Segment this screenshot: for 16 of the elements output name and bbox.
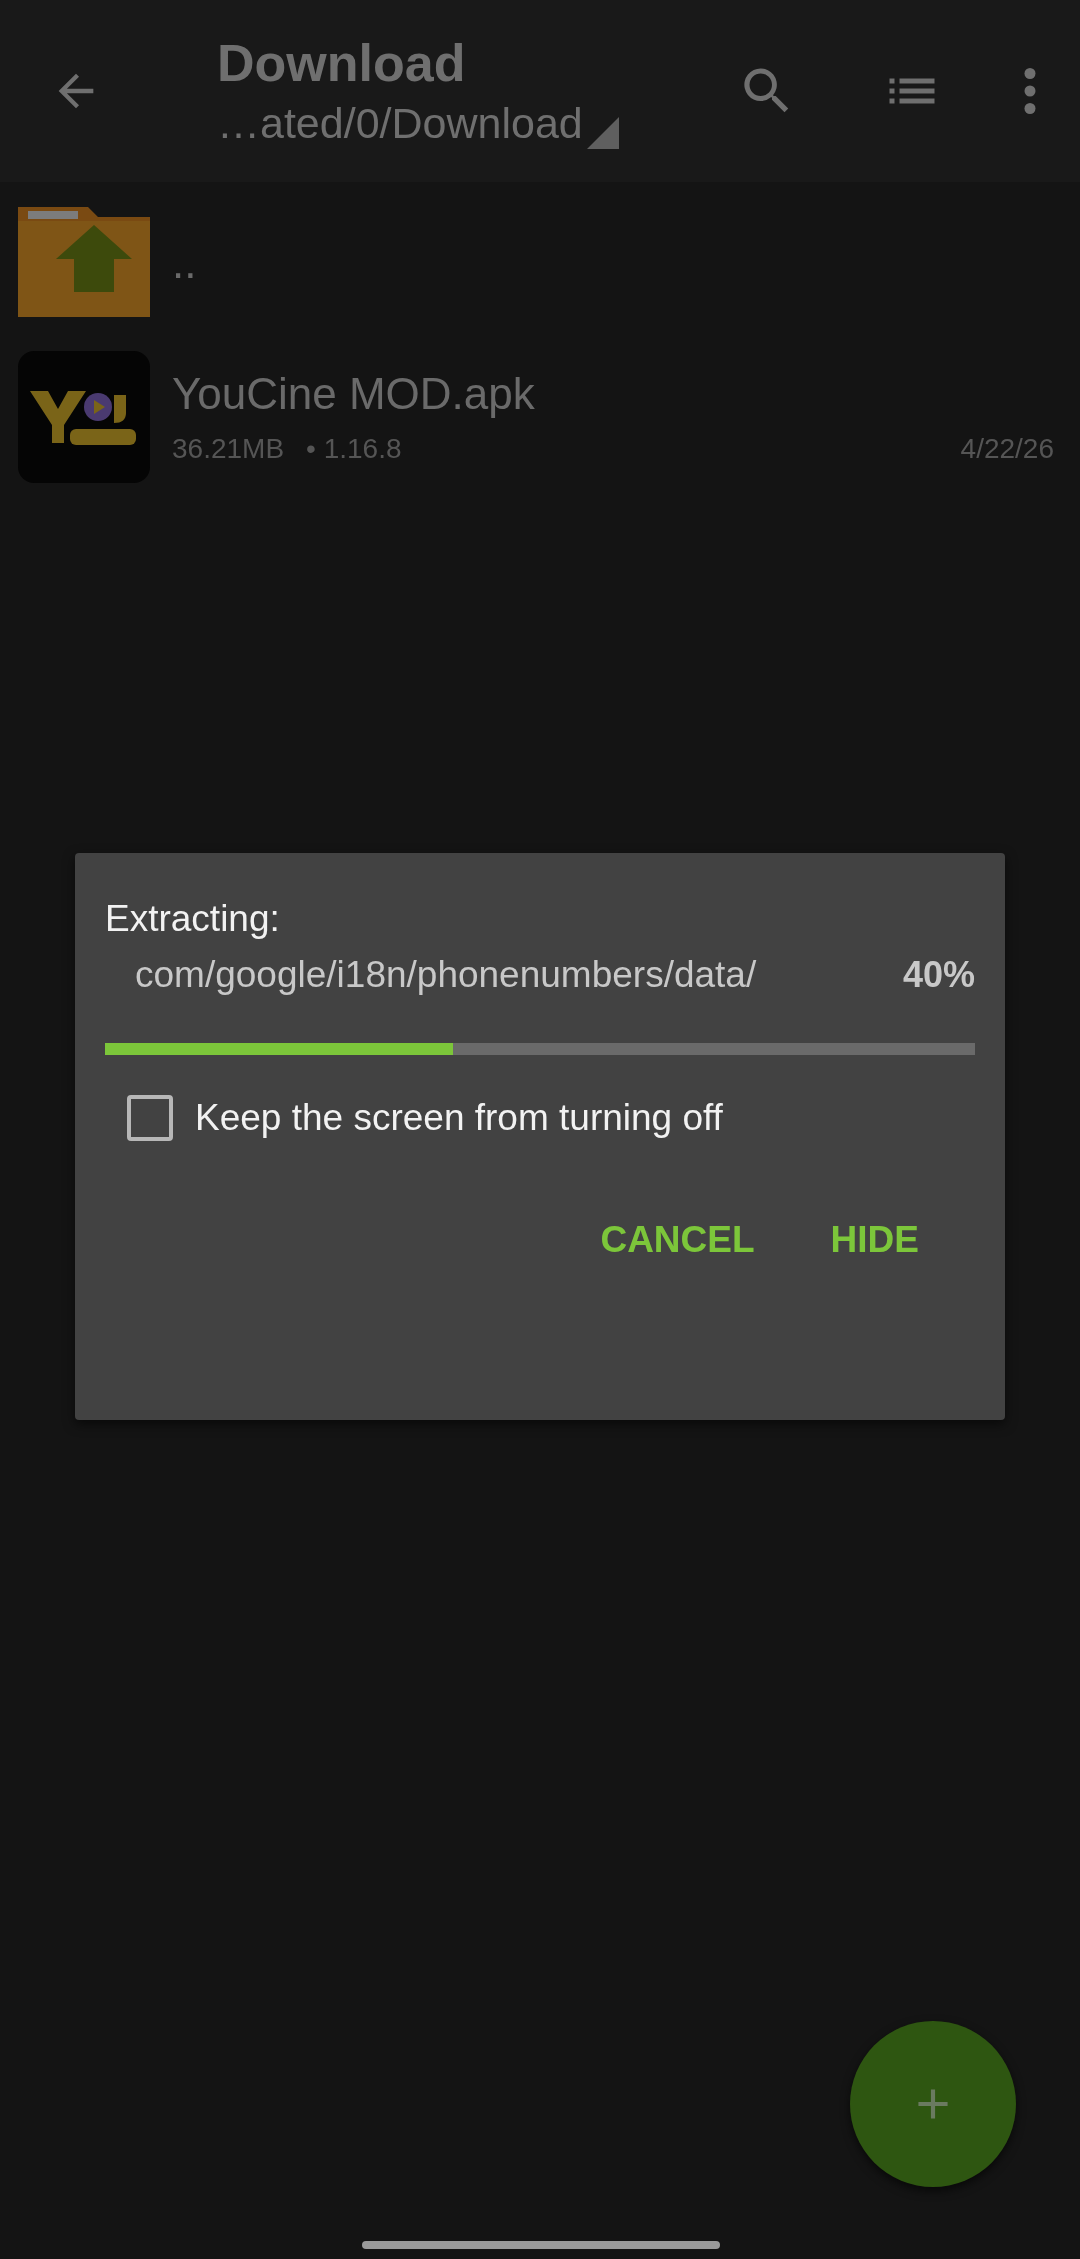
checkbox[interactable] xyxy=(127,1095,173,1141)
dropdown-triangle-icon[interactable] xyxy=(586,117,619,149)
file-date: 4/22/26 xyxy=(960,433,1054,465)
dialog-button[interactable]: CANCEL xyxy=(574,1205,781,1275)
checkbox-label[interactable]: Keep the screen from turning off xyxy=(195,1097,723,1139)
folder-path[interactable]: …ated/0/Download xyxy=(217,97,583,149)
file-version: • 1.16.8 xyxy=(306,433,402,465)
extracting-path: com/google/i18n/phonenumbers/data/ xyxy=(135,953,758,997)
folder-title: Download xyxy=(217,33,467,93)
file-name[interactable]: .. xyxy=(172,237,1054,288)
file-name[interactable]: YouCine MOD.apk xyxy=(172,369,1054,419)
app-icon xyxy=(18,351,150,483)
file-size: 36.21MB xyxy=(172,433,285,465)
dialog-button[interactable]: HIDE xyxy=(804,1205,945,1275)
progress-percent: 40% xyxy=(902,954,975,996)
dialog-heading: Extracting: xyxy=(105,897,281,941)
